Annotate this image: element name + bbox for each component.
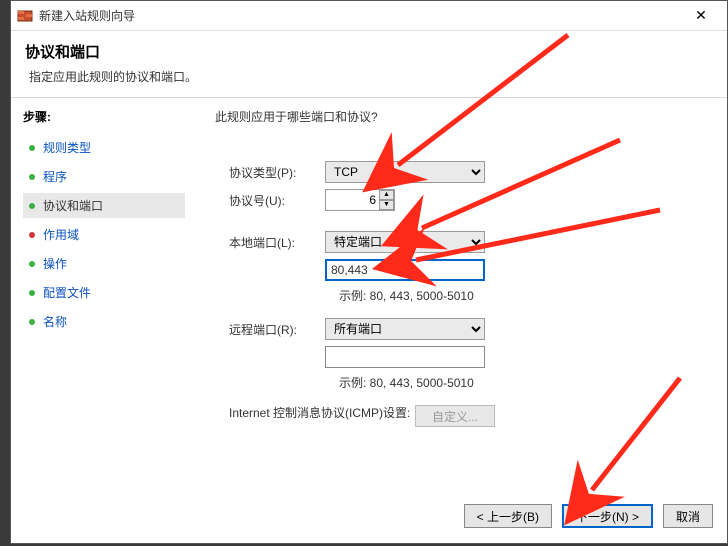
local-port-example: 示例: 80, 443, 5000-5010: [339, 287, 709, 304]
close-button[interactable]: ✕: [681, 2, 721, 30]
local-port-input[interactable]: [325, 259, 485, 281]
firewall-icon: [17, 8, 33, 24]
protocol-num-label: 协议号(U):: [215, 192, 325, 209]
step-scope[interactable]: 作用域: [23, 222, 185, 247]
bullet-icon: [29, 174, 35, 180]
content: 步骤: 规则类型 程序 协议和端口 作用域 操作 配置文件 名称 此规则应用于哪…: [11, 98, 727, 497]
protocol-type-label: 协议类型(P):: [215, 164, 325, 181]
window-title: 新建入站规则向导: [39, 7, 681, 24]
step-rule-type[interactable]: 规则类型: [23, 135, 185, 160]
spinner[interactable]: ▲▼: [379, 190, 394, 210]
protocol-type-select[interactable]: TCP: [325, 161, 485, 183]
bullet-icon: [29, 319, 35, 325]
step-protocol-port[interactable]: 协议和端口: [23, 193, 185, 218]
step-profile[interactable]: 配置文件: [23, 280, 185, 305]
remote-port-input[interactable]: [325, 346, 485, 368]
cancel-button[interactable]: 取消: [663, 504, 713, 528]
step-name[interactable]: 名称: [23, 309, 185, 334]
page-subtitle: 指定应用此规则的协议和端口。: [25, 68, 713, 85]
step-action[interactable]: 操作: [23, 251, 185, 276]
bullet-icon: [29, 261, 35, 267]
wizard-header: 协议和端口 指定应用此规则的协议和端口。: [11, 31, 727, 98]
steps-sidebar: 步骤: 规则类型 程序 协议和端口 作用域 操作 配置文件 名称: [11, 98, 191, 497]
bullet-icon: [29, 232, 35, 238]
steps-heading: 步骤:: [23, 108, 185, 125]
remote-port-label: 远程端口(R):: [215, 321, 325, 338]
local-port-mode-select[interactable]: 特定端口: [325, 231, 485, 253]
bullet-icon: [29, 203, 35, 209]
next-button[interactable]: 下一步(N) >: [562, 504, 653, 528]
local-port-label: 本地端口(L):: [215, 234, 325, 251]
icmp-customize-button: 自定义...: [415, 405, 495, 427]
page-title: 协议和端口: [25, 41, 713, 62]
remote-port-mode-select[interactable]: 所有端口: [325, 318, 485, 340]
bullet-icon: [29, 290, 35, 296]
wizard-footer: < 上一步(B) 下一步(N) > 取消: [11, 497, 727, 543]
bullet-icon: [29, 145, 35, 151]
wizard-window: 新建入站规则向导 ✕ 协议和端口 指定应用此规则的协议和端口。 步骤: 规则类型…: [10, 0, 728, 544]
back-button[interactable]: < 上一步(B): [464, 504, 552, 528]
remote-port-example: 示例: 80, 443, 5000-5010: [339, 374, 709, 391]
icmp-label: Internet 控制消息协议(ICMP)设置:: [215, 405, 415, 422]
titlebar: 新建入站规则向导 ✕: [11, 1, 727, 31]
form-panel: 此规则应用于哪些端口和协议? 协议类型(P): TCP 协议号(U): ▲▼ 本…: [191, 98, 727, 497]
step-program[interactable]: 程序: [23, 164, 185, 189]
form-prompt: 此规则应用于哪些端口和协议?: [215, 108, 709, 125]
